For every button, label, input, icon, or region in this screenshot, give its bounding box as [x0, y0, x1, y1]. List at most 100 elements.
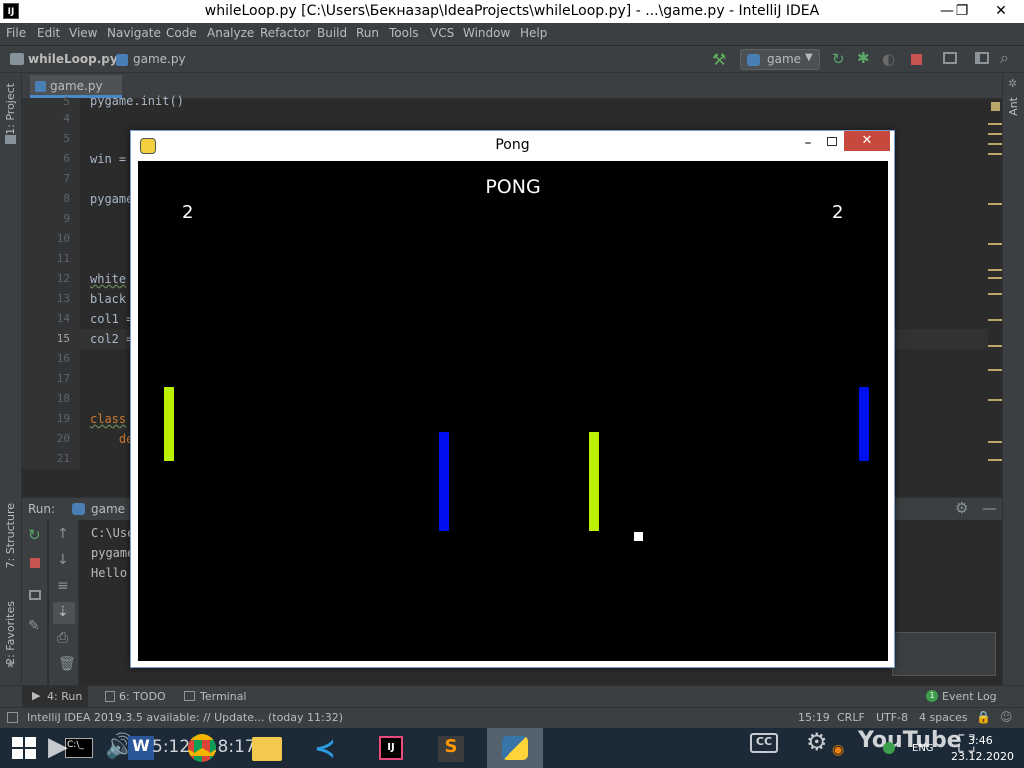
line-number: 8: [63, 192, 70, 205]
code-line: win =: [90, 152, 127, 166]
cmd-icon[interactable]: C:\_: [65, 738, 93, 758]
menu-tools[interactable]: Tools: [389, 26, 419, 40]
editor-error-stripe[interactable]: [988, 99, 1002, 469]
pong-close-button[interactable]: ✕: [844, 131, 890, 151]
word-icon[interactable]: W: [128, 736, 154, 760]
code-line: white: [90, 272, 127, 286]
menu-analyze[interactable]: Analyze: [207, 26, 254, 40]
settings-icon[interactable]: ⚙: [806, 728, 828, 756]
breadcrumb-file[interactable]: game.py: [133, 52, 186, 66]
warning-indicator-icon[interactable]: [991, 102, 1000, 111]
hide-icon[interactable]: —: [982, 499, 997, 517]
python-app-icon: [502, 736, 528, 760]
sublime-icon[interactable]: S: [438, 736, 464, 762]
status-toggle-icon[interactable]: [7, 712, 18, 723]
menu-help[interactable]: Help: [520, 26, 547, 40]
run-config-tab[interactable]: game: [91, 502, 125, 516]
trash-icon[interactable]: 🗑: [58, 656, 76, 672]
inspector-icon[interactable]: ☺: [1000, 710, 1013, 724]
youtube-logo[interactable]: YouTube: [858, 728, 962, 753]
close-button[interactable]: ✕: [978, 0, 1024, 23]
debug-bug-icon[interactable]: ✱: [857, 49, 870, 67]
stripe-mark: [988, 459, 1002, 461]
run-panel-label: Run:: [28, 502, 56, 516]
search-icon[interactable]: ⌕: [1000, 48, 1009, 68]
arrow-up-icon[interactable]: ↑: [57, 526, 69, 542]
menu-navigate[interactable]: Navigate: [107, 26, 161, 40]
vscode-icon[interactable]: ≺: [314, 734, 336, 764]
menu-run[interactable]: Run: [356, 26, 379, 40]
stop-icon[interactable]: [30, 558, 40, 568]
stop-icon[interactable]: [911, 54, 922, 65]
video-play-icon[interactable]: ▶: [48, 732, 68, 762]
rerun-icon[interactable]: ↻: [28, 526, 41, 544]
soft-wrap-icon[interactable]: ≡: [57, 578, 69, 594]
ant-tool-tab[interactable]: Ant: [1007, 97, 1020, 116]
code-line: col2 =: [90, 332, 134, 346]
pong-minimize-button[interactable]: –: [794, 135, 822, 151]
menu-file[interactable]: File: [6, 26, 26, 40]
line-number: 7: [63, 172, 70, 185]
print-icon[interactable]: ⎙: [57, 630, 68, 646]
menu-build[interactable]: Build: [317, 26, 347, 40]
pong-window: Pong – ✕ PONG 2 2: [130, 130, 895, 668]
intellij-taskbar-icon[interactable]: IJ: [379, 736, 403, 760]
left-tool-strip: 1: Project 7: Structure 2: Favorites ★: [0, 73, 22, 708]
clock-time[interactable]: 3:46: [968, 734, 993, 747]
tab-event-log[interactable]: Event Log: [942, 690, 997, 703]
line-number: 12: [56, 272, 70, 285]
bottom-tool-tabs: ▶ 4: Run 6: TODO Terminal 1 Event Log: [0, 685, 1024, 708]
star-icon: ★: [5, 657, 16, 671]
file-encoding[interactable]: UTF-8: [876, 711, 908, 724]
menu-window[interactable]: Window: [463, 26, 510, 40]
coverage-icon[interactable]: ◐: [882, 50, 895, 68]
stripe-mark: [988, 143, 1002, 145]
clock-date[interactable]: 23.12.2020: [951, 750, 1014, 763]
project-tool-tab[interactable]: 1: Project: [4, 83, 17, 135]
rerun-icon[interactable]: ↻: [832, 50, 845, 68]
windows-taskbar: C:\_ ▶ 🔊 W 5:12 / 18:17 ≺ IJ S CC ⚙ ◉ Yo…: [0, 728, 1024, 768]
menu-code[interactable]: Code: [166, 26, 197, 40]
build-hammer-icon[interactable]: ⚒: [712, 50, 726, 69]
breadcrumb-project[interactable]: whileLoop.py: [28, 52, 118, 66]
line-number: 16: [56, 352, 70, 365]
tab-label: game.py: [50, 79, 103, 93]
navigation-bar: whileLoop.py › game.py ⚒ game ▼ ↻ ✱ ◐ ⌕: [0, 45, 1024, 73]
tab-terminal[interactable]: Terminal: [200, 690, 247, 703]
code-line: de: [90, 432, 134, 446]
tab-run[interactable]: ▶ 4: Run: [22, 686, 88, 708]
layout-icon[interactable]: [975, 52, 989, 64]
avast-icon[interactable]: ◉: [832, 742, 844, 758]
stripe-mark: [988, 153, 1002, 155]
pong-maximize-button[interactable]: [821, 137, 845, 153]
stripe-mark: [988, 441, 1002, 443]
tray-icon[interactable]: [883, 742, 895, 754]
run-config-dropdown[interactable]: game ▼: [740, 49, 820, 70]
arrow-down-icon[interactable]: ↓: [57, 552, 69, 568]
lime-center-paddle: [589, 432, 599, 531]
status-message[interactable]: IntelliJ IDEA 2019.3.5 available: // Upd…: [27, 711, 343, 724]
tab-todo[interactable]: 6: TODO: [119, 690, 166, 703]
caret-position[interactable]: 15:19: [798, 711, 830, 724]
menu-vcs[interactable]: VCS: [430, 26, 454, 40]
gear-icon[interactable]: ⚙: [955, 499, 968, 517]
indent-setting[interactable]: 4 spaces: [919, 711, 968, 724]
windows-start-icon[interactable]: [12, 737, 36, 759]
project-structure-icon[interactable]: [943, 52, 957, 64]
favorites-tool-tab[interactable]: 2: Favorites: [4, 601, 17, 665]
line-number: 15: [56, 332, 70, 345]
menu-refactor[interactable]: Refactor: [260, 26, 310, 40]
line-separator[interactable]: CRLF: [837, 711, 865, 724]
language-indicator[interactable]: ENG: [912, 743, 934, 754]
restore-layout-icon[interactable]: [29, 590, 41, 600]
structure-tool-tab[interactable]: 7: Structure: [4, 503, 17, 568]
chrome-icon[interactable]: [188, 734, 216, 762]
pong-game-canvas[interactable]: PONG 2 2: [138, 161, 888, 661]
console-toolbar: ↑ ↓ ≡ ⇣ ⎙ 🗑: [49, 520, 79, 686]
captions-icon[interactable]: CC: [750, 733, 778, 753]
menu-edit[interactable]: Edit: [37, 26, 60, 40]
lock-icon[interactable]: 🔒: [976, 710, 991, 724]
file-explorer-icon[interactable]: [252, 737, 282, 761]
menu-view[interactable]: View: [69, 26, 97, 40]
pin-icon[interactable]: ✎: [28, 618, 40, 634]
